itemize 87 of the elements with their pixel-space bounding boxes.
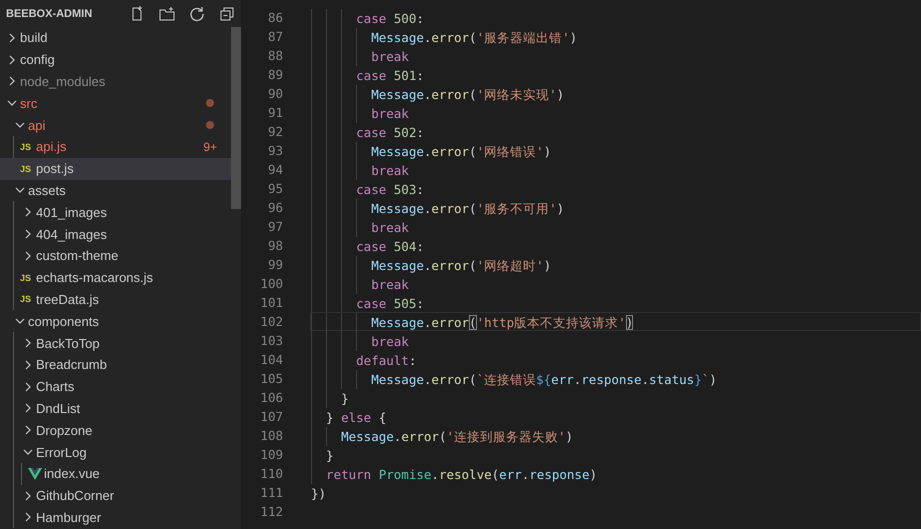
code-line: Message.error('网络超时') [371, 257, 552, 273]
code-line: Message.error('网络错误') [371, 143, 552, 159]
js-file-icon: JS [20, 294, 36, 304]
line-number: 109 [259, 446, 284, 464]
folder-row[interactable]: DndList [0, 398, 231, 420]
code-line: } [341, 390, 349, 406]
code-line: } [326, 447, 334, 463]
code-line: Message.error('服务器端出错') [371, 29, 578, 45]
file-row[interactable]: index.vue [0, 462, 231, 485]
code-line: case 505: [356, 295, 424, 311]
folder-row[interactable]: api [0, 114, 231, 136]
line-number: 96 [266, 199, 284, 217]
vue-file-icon [28, 468, 42, 480]
line-number: 102 [259, 313, 284, 331]
code-line: break [371, 333, 409, 349]
line-number: 90 [266, 85, 284, 103]
js-file-icon: JS [20, 142, 36, 152]
line-number: 112 [259, 503, 284, 521]
code-line: case 502: [356, 124, 424, 140]
line-number: 101 [259, 294, 284, 312]
code-line: } else { [326, 409, 386, 425]
code-line: }) [311, 485, 326, 501]
line-number: 88 [266, 47, 284, 65]
line-number: 108 [259, 427, 284, 445]
folder-row[interactable]: custom-theme [0, 244, 231, 267]
code-line: break [371, 276, 409, 292]
folder-row[interactable]: assets [0, 180, 231, 202]
code-line: case 501: [356, 67, 424, 83]
folder-row[interactable]: src [0, 92, 231, 114]
code-line: break [371, 105, 409, 121]
line-number: 111 [259, 484, 284, 502]
js-file-icon: JS [20, 164, 36, 174]
code-line: Message.error('网络未实现') [371, 86, 564, 102]
line-number: 89 [266, 66, 284, 84]
folder-row[interactable]: GithubCorner [0, 484, 231, 507]
folder-row[interactable]: build [0, 27, 231, 49]
line-number: 87 [266, 28, 284, 46]
file-row[interactable]: JS post.js [0, 158, 231, 180]
line-number: 100 [259, 275, 284, 293]
code-line: return Promise.resolve(err.response) [326, 466, 598, 482]
collapse-all-icon[interactable] [219, 6, 235, 22]
code-line: case 503: [356, 181, 424, 197]
line-number: 105 [259, 370, 284, 388]
folder-row[interactable]: Charts [0, 376, 231, 398]
line-number: 98 [266, 237, 284, 255]
problem-count: 9+ [203, 140, 217, 154]
file-row[interactable]: JS echarts-macarons.js [0, 266, 231, 289]
line-number: 91 [266, 104, 284, 122]
code-line: Message.error('http版本不支持该请求') [371, 314, 634, 330]
line-number: 97 [266, 218, 284, 236]
line-number: 95 [266, 180, 284, 198]
code-line: break [371, 219, 409, 235]
code-line: Message.error(`连接错误${err.response.status}`) [371, 371, 717, 387]
scrollbar-thumb[interactable] [231, 27, 241, 209]
folder-row[interactable]: Dropzone [0, 419, 231, 442]
code-line: Message.error('服务不可用') [371, 200, 564, 216]
refresh-icon[interactable] [189, 6, 205, 22]
line-number: 104 [259, 351, 284, 369]
code-line: break [371, 162, 409, 178]
line-number: 99 [266, 256, 284, 274]
line-number: 93 [266, 142, 284, 160]
folder-row[interactable]: Hamburger [0, 506, 231, 528]
file-row[interactable]: JS api.js 9+ [0, 136, 231, 158]
folder-row[interactable]: Breadcrumb [0, 354, 231, 376]
line-number: 86 [266, 9, 284, 27]
line-number: 103 [259, 332, 284, 350]
new-folder-icon[interactable] [159, 6, 175, 22]
code-line: default: [356, 352, 416, 368]
folder-row[interactable]: node_modules [0, 70, 231, 92]
line-number: 92 [266, 123, 284, 141]
folder-row[interactable]: 404_images [0, 223, 231, 245]
folder-row[interactable]: ErrorLog [0, 441, 231, 463]
line-number: 107 [259, 408, 284, 426]
folder-row[interactable]: 401_images [0, 201, 231, 224]
js-file-icon: JS [20, 272, 36, 283]
line-number: 110 [259, 465, 284, 483]
folder-row[interactable]: BackToTop [0, 332, 231, 354]
file-row[interactable]: JS treeData.js [0, 288, 231, 310]
code-line: case 500: [356, 10, 424, 26]
folder-row[interactable]: components [0, 310, 231, 332]
code-line: case 504: [356, 238, 424, 254]
code-line: break [371, 48, 409, 64]
folder-row[interactable]: config [0, 48, 231, 71]
line-number: 106 [259, 389, 284, 407]
code-line: Message.error('连接到服务器失败') [341, 428, 574, 444]
explorer-title: BEEBOX-ADMIN [6, 8, 94, 20]
line-number: 94 [266, 161, 284, 179]
